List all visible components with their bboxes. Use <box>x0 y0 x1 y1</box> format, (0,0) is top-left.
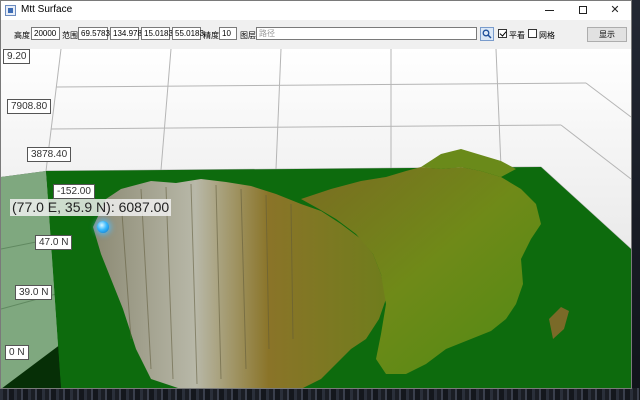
maximize-button[interactable] <box>566 1 600 20</box>
minimize-icon <box>544 9 554 11</box>
range-max-lon-input[interactable]: 134.978 <box>110 27 142 40</box>
display-button[interactable]: 显示 <box>587 27 627 42</box>
maximize-icon <box>579 6 587 15</box>
toolbar: 高度 20000 范围 69.5783 134.978 15.0183 55.0… <box>1 20 631 49</box>
close-button[interactable]: ✕ <box>598 1 631 20</box>
cursor-value-readout: (77.0 E, 35.9 N): 6087.00 <box>10 199 172 216</box>
flat-view-checkbox[interactable] <box>498 29 507 38</box>
search-icon <box>482 29 492 39</box>
surface-3d-view[interactable]: 9.20 7908.80 3878.40 -152.00 47.0 N 39.0… <box>1 49 631 389</box>
precision-label: 精度 <box>203 31 219 40</box>
grid-label[interactable]: 网格 <box>539 30 555 41</box>
z-axis-label-bottom: -152.00 <box>53 184 95 199</box>
height-label: 高度 <box>14 31 30 40</box>
range-max-lat-input[interactable]: 55.0183 <box>172 27 204 40</box>
browse-button[interactable] <box>480 27 494 41</box>
layer-path-input[interactable]: 路径 <box>256 27 477 40</box>
app-icon <box>5 5 16 16</box>
precision-input[interactable]: 10 <box>219 27 237 40</box>
range-min-lon-input[interactable]: 69.5783 <box>78 27 110 40</box>
z-axis-label-3: 3878.40 <box>27 147 72 162</box>
title-bar[interactable]: Mtt Surface ✕ <box>1 1 631 20</box>
surface-plot[interactable] <box>1 49 631 389</box>
range-label: 范围 <box>62 31 78 40</box>
flat-view-label[interactable]: 平看 <box>509 30 525 41</box>
z-axis-label-top: 9.20 <box>3 49 31 64</box>
height-input[interactable]: 20000 <box>31 27 60 40</box>
lat-axis-label-3: 0 N <box>5 345 29 360</box>
lat-axis-label-1: 47.0 N <box>35 235 73 250</box>
lat-axis-label-2: 39.0 N <box>15 285 53 300</box>
grid-checkbox[interactable] <box>528 29 537 38</box>
close-icon: ✕ <box>610 4 620 16</box>
minimize-button[interactable] <box>532 1 566 20</box>
window-title: Mtt Surface <box>21 4 73 15</box>
app-window: Mtt Surface ✕ 高度 20000 范围 69.5783 134.97… <box>0 0 632 389</box>
range-min-lat-input[interactable]: 15.0183 <box>141 27 173 40</box>
cursor-marker[interactable] <box>97 221 109 233</box>
z-axis-label-2: 7908.80 <box>7 99 52 114</box>
desktop-taskbar-strip <box>0 388 640 400</box>
layer-label: 图层 <box>240 31 256 40</box>
